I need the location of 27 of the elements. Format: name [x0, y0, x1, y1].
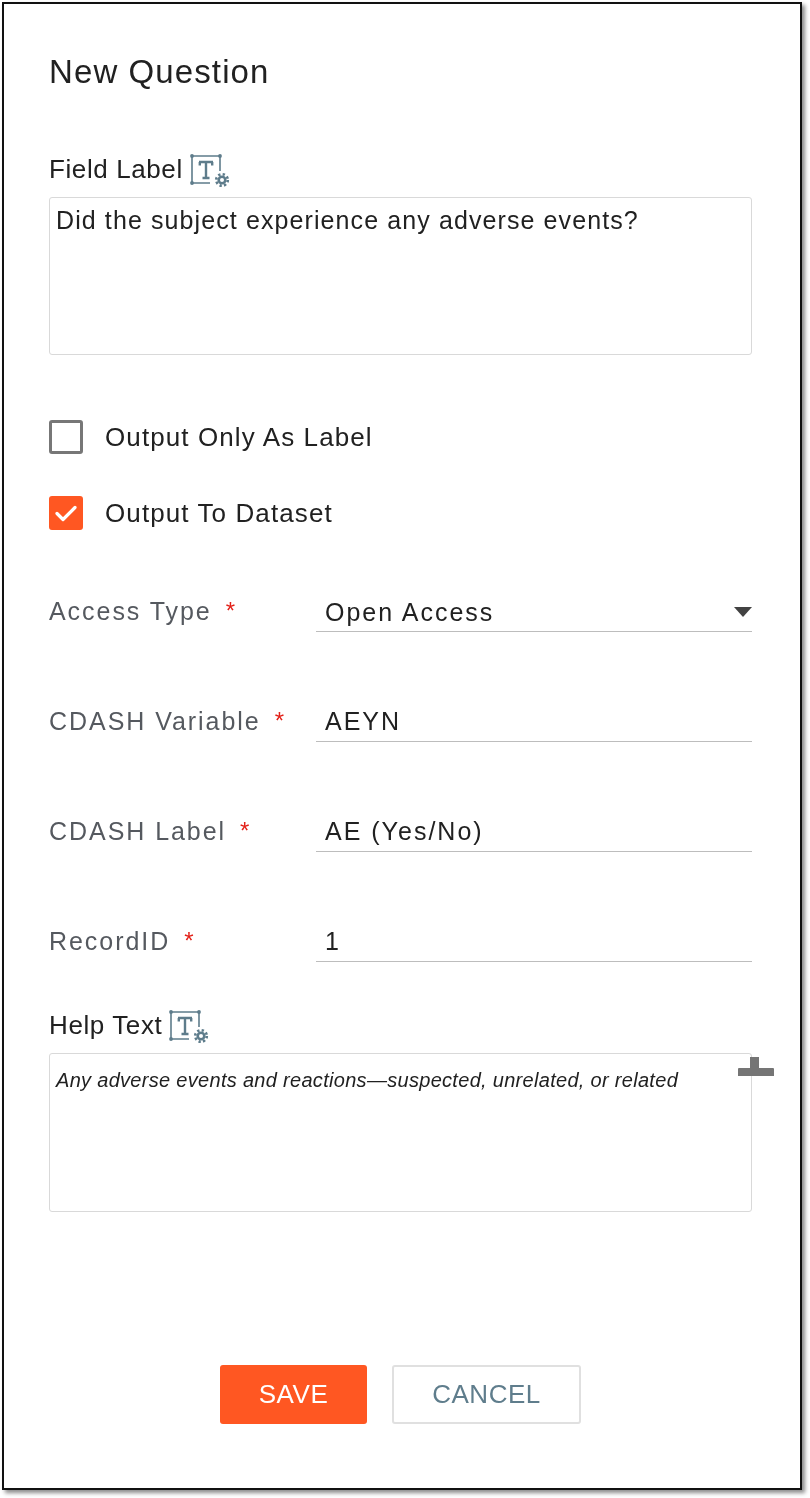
checkmark-icon: [55, 504, 77, 522]
input-field[interactable]: AEYN: [316, 702, 752, 742]
input-field[interactable]: 1: [316, 922, 752, 962]
checkbox[interactable]: [49, 496, 83, 530]
dialog-title: New Question: [49, 52, 270, 92]
input-field[interactable]: AE (Yes/No): [316, 812, 752, 852]
t-bar-icon: [738, 1057, 774, 1076]
field-heading: Help Text: [49, 1009, 163, 1041]
required-mark: *: [184, 926, 194, 956]
field-label: CDASH Variable: [49, 706, 261, 737]
field-label: CDASH Label: [49, 816, 227, 847]
required-mark: *: [225, 596, 236, 626]
required-mark: *: [274, 706, 284, 736]
select-field[interactable]: Open Access: [316, 592, 752, 632]
text-settings-icon[interactable]: [189, 153, 230, 188]
label-textarea[interactable]: Did the subject experience any adverse events?: [49, 197, 752, 355]
field-heading: Field Label: [49, 153, 183, 185]
field-label: RecordID: [49, 926, 171, 957]
text-settings-icon[interactable]: [169, 1009, 210, 1044]
field-label: Access Type: [49, 596, 212, 627]
required-mark: *: [240, 816, 250, 846]
cancel-button[interactable]: CANCEL: [392, 1365, 581, 1424]
checkbox-label[interactable]: Output Only As Label: [105, 421, 373, 453]
checkbox-label[interactable]: Output To Dataset: [105, 497, 333, 529]
help-textarea[interactable]: Any adverse events and reactions—suspected, unrelated, or related: [49, 1053, 752, 1212]
caret-down-icon: [734, 606, 752, 617]
checkbox[interactable]: [49, 420, 83, 454]
